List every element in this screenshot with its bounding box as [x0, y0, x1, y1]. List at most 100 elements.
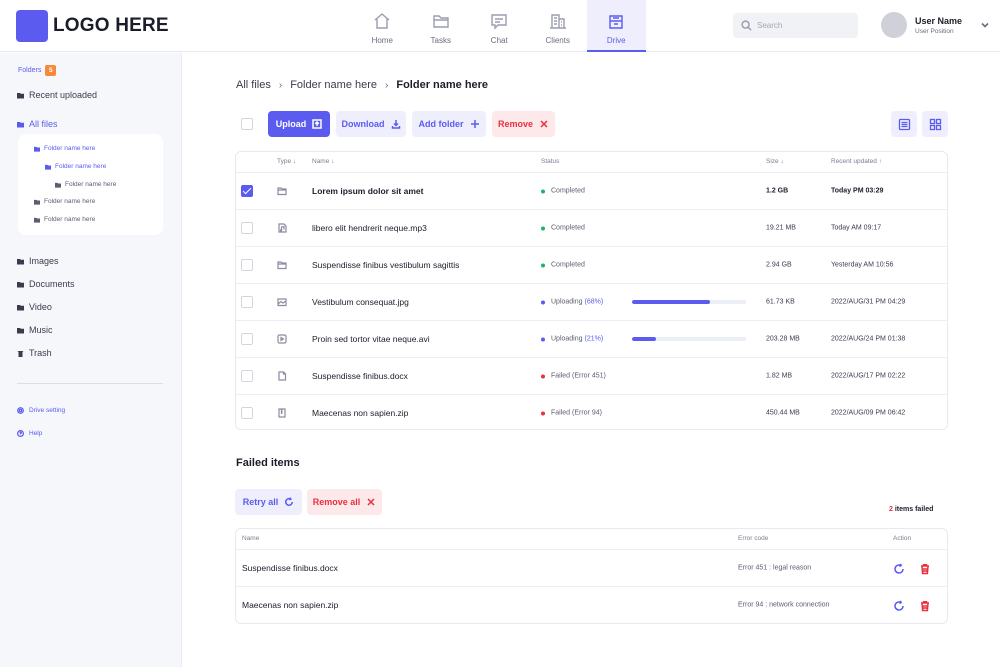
nav-drive-label: Drive — [606, 36, 626, 45]
delete-button[interactable] — [919, 562, 931, 575]
file-size: 19.21 MB — [766, 224, 796, 232]
upload-progress-bar — [632, 300, 746, 304]
folder-icon — [17, 281, 24, 287]
search-input[interactable] — [757, 21, 852, 30]
nav-chat[interactable]: Chat — [470, 0, 529, 52]
nav-home-label: Home — [371, 36, 393, 45]
failed-row: Maecenas non sapien.zip Error 94 : networ… — [236, 586, 947, 623]
status-dot — [541, 374, 545, 378]
file-name[interactable]: Suspendisse finibus vestibulum sagittis — [312, 260, 459, 270]
row-checkbox[interactable] — [241, 407, 253, 419]
nav-tasks-label: Tasks — [430, 36, 451, 45]
sidebar-item-all-files[interactable]: All files — [17, 119, 58, 129]
breadcrumb-item[interactable]: Folder name here — [290, 79, 377, 91]
file-name[interactable]: Suspendisse finibus.docx — [312, 371, 408, 381]
table-row[interactable]: Proin sed tortor vitae neque.avi Uploadin… — [236, 320, 947, 357]
status-text: Completed — [551, 224, 585, 232]
sidebar: Folders 5 Recent uploaded All files Fold… — [0, 53, 182, 667]
table-row[interactable]: Suspendisse finibus.docx Failed (Error 45… — [236, 357, 947, 394]
file-name[interactable]: Maecenas non sapien.zip — [312, 408, 408, 418]
file-updated: 2022/AUG/31 PM 04:29 — [831, 298, 906, 306]
user-menu[interactable]: User Name User Position — [881, 12, 990, 38]
drive-setting-link[interactable]: Drive setting — [17, 407, 65, 414]
row-checkbox[interactable] — [241, 222, 253, 234]
row-checkbox[interactable] — [241, 185, 253, 197]
tree-folder[interactable]: Folder name here — [34, 216, 95, 223]
sidebar-divider — [17, 383, 163, 384]
folder-icon — [17, 304, 24, 310]
tree-folder-label: Folder name here — [65, 181, 117, 188]
breadcrumb-item[interactable]: All files — [236, 79, 271, 91]
sidebar-item-music[interactable]: Music — [17, 325, 53, 335]
table-row[interactable]: Maecenas non sapien.zip Failed (Error 94)… — [236, 394, 947, 431]
file-name[interactable]: Vestibulum consequat.jpg — [312, 297, 409, 307]
status-dot — [541, 337, 545, 341]
status-percent: (68%) — [584, 298, 604, 306]
list-view-icon — [898, 118, 910, 130]
download-label: Download — [341, 119, 385, 129]
user-info: User Name User Position — [915, 16, 962, 35]
tree-folder[interactable]: Folder name here — [45, 163, 106, 170]
file-status: Uploading (68%) — [541, 299, 603, 306]
select-all-checkbox[interactable] — [241, 118, 253, 130]
trash-icon — [17, 350, 24, 357]
status-dot — [541, 226, 545, 230]
sidebar-item-images[interactable]: Images — [17, 256, 59, 266]
sidebar-item-video[interactable]: Video — [17, 302, 52, 312]
table-row[interactable]: Vestibulum consequat.jpg Uploading (68%) 6… — [236, 283, 947, 320]
tree-folder[interactable]: Folder name here — [34, 145, 95, 152]
nav-home[interactable]: Home — [353, 0, 412, 52]
plus-icon — [470, 120, 479, 128]
column-header-recent[interactable]: Recent updated ↑ — [831, 158, 882, 165]
avatar — [881, 12, 907, 38]
file-name[interactable]: Lorem ipsum dolor sit amet — [312, 186, 423, 196]
column-header-status: Status — [541, 158, 560, 165]
row-checkbox[interactable] — [241, 259, 253, 271]
gear-icon — [17, 407, 24, 414]
tree-folder-label: Folder name here — [55, 163, 107, 170]
nav-clients[interactable]: Clients — [529, 0, 588, 52]
column-header-name: Name — [242, 535, 260, 542]
remove-button[interactable]: Remove — [492, 111, 555, 137]
table-row[interactable]: Lorem ipsum dolor sit amet Completed 1.2 G… — [236, 172, 947, 209]
nav-drive[interactable]: Drive — [587, 0, 646, 52]
retry-button[interactable] — [893, 562, 905, 574]
folder-tree: Folder name here Folder name here Folder… — [18, 134, 163, 235]
delete-button[interactable] — [919, 599, 931, 612]
grid-view-button[interactable] — [922, 111, 948, 137]
upload-button[interactable]: Upload — [268, 111, 330, 137]
table-row[interactable]: Suspendisse finibus vestibulum sagittis C… — [236, 246, 947, 283]
folder-icon — [17, 92, 24, 98]
add-folder-button[interactable]: Add folder — [412, 111, 486, 137]
nav-tasks[interactable]: Tasks — [412, 0, 471, 52]
folder-icon — [17, 327, 24, 333]
file-name[interactable]: libero elit hendrerit neque.mp3 — [312, 223, 427, 233]
folder-icon — [17, 258, 24, 264]
row-checkbox[interactable] — [241, 370, 253, 382]
remove-all-button[interactable]: Remove all — [307, 489, 382, 515]
column-header-name[interactable]: Name ↓ — [312, 158, 334, 165]
tree-folder[interactable]: Folder name here — [55, 181, 116, 188]
retry-all-button[interactable]: Retry all — [235, 489, 302, 515]
row-checkbox[interactable] — [241, 296, 253, 308]
sidebar-item-trash[interactable]: Trash — [17, 348, 52, 358]
user-name: User Name — [915, 15, 963, 26]
music-file-icon — [278, 223, 287, 233]
column-header-size[interactable]: Size ↓ — [766, 158, 784, 165]
tree-folder[interactable]: Folder name here — [34, 198, 95, 205]
sidebar-item-recent[interactable]: Recent uploaded — [17, 90, 97, 100]
chevron-down-icon[interactable] — [980, 20, 990, 30]
retry-button[interactable] — [893, 599, 905, 611]
remove-all-label: Remove all — [312, 497, 361, 507]
table-row[interactable]: libero elit hendrerit neque.mp3 Completed… — [236, 209, 947, 246]
column-header-type[interactable]: Type ↓ — [277, 158, 296, 165]
file-name[interactable]: Proin sed tortor vitae neque.avi — [312, 334, 430, 344]
row-checkbox[interactable] — [241, 333, 253, 345]
status-text: Uploading — [551, 335, 583, 343]
logo[interactable]: LOGO HERE — [16, 10, 169, 42]
download-button[interactable]: Download — [336, 111, 406, 137]
sidebar-item-documents[interactable]: Documents — [17, 279, 75, 289]
list-view-button[interactable] — [891, 111, 917, 137]
close-icon — [540, 120, 548, 128]
help-link[interactable]: Help — [17, 430, 42, 437]
